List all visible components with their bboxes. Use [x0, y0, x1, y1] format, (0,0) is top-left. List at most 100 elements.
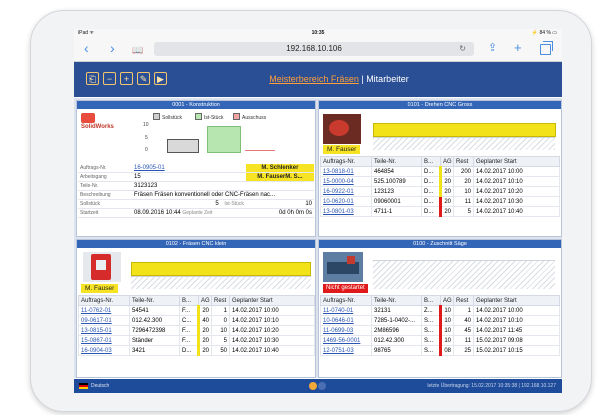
- status-badge: Nicht gestartet: [323, 284, 368, 293]
- play-button[interactable]: ▶: [154, 72, 167, 85]
- ag-cell: 20: [439, 176, 454, 187]
- table-header-row: Auftrags-Nr. Teile-Nr. B... AG Rest Geplanter…: [320, 295, 560, 306]
- panel-header: 0102 - Fräsen CNC klein: [77, 240, 315, 248]
- solidworks-logo: SolidWorks: [81, 113, 114, 130]
- timeline-hatch: [131, 276, 311, 289]
- table-row[interactable]: 10-0620-01 09060001 D... 20 11 14.02.2017 10:…: [320, 196, 560, 207]
- order-number-cell[interactable]: 12-0751-03: [320, 345, 372, 356]
- screen-button[interactable]: ⎗: [86, 72, 99, 85]
- panel-drehen[interactable]: 0101 - Drehen CNC Gross M. Fauser Auftra…: [318, 100, 562, 237]
- order-number-cell[interactable]: 13-0818-01: [320, 166, 372, 177]
- table-row[interactable]: 1469-56-0001 012.42.300 S... 10 11 15.02.2017…: [320, 335, 560, 346]
- operator-badge: M. Fauser: [323, 145, 361, 154]
- order-number-cell[interactable]: 09-0617-01: [78, 315, 130, 326]
- order-number-cell[interactable]: 13-0815-01: [78, 325, 130, 336]
- language-label[interactable]: Deutsch: [91, 383, 109, 389]
- planned-start-cell: 14.02.2017 10:00: [473, 166, 560, 177]
- operator-badge: M. Fauser: [81, 284, 119, 293]
- table-row[interactable]: 16-0904-03 3421 D... 20 50 14.02.2017 10:40: [78, 345, 315, 356]
- title-rest: Mitarbeiter: [366, 74, 409, 84]
- planned-start-cell: 14.02.2017 11:45: [473, 325, 560, 336]
- order-link[interactable]: 16-0905-01: [132, 164, 246, 173]
- dashboard: 0001 - Konstruktion SolidWorks Sollstück…: [74, 98, 562, 378]
- planned-start-cell: 14.02.2017 10:30: [473, 196, 560, 207]
- zoom-out-button[interactable]: −: [103, 72, 116, 85]
- table-row[interactable]: 11-0740-01 32131 Z... 10 1 14.02.2017 10:00: [320, 305, 560, 316]
- table-header-row: Auftrags-Nr. Teile-Nr. B... AG Rest Geplanter…: [320, 156, 560, 167]
- bar-ausschuss: [245, 150, 275, 151]
- order-number-cell[interactable]: 11-0740-01: [320, 305, 372, 316]
- table-row[interactable]: 10-0646-01 7285-1-0402-... S... 10 40 14.02.2…: [320, 315, 560, 326]
- forward-icon[interactable]: ›: [110, 41, 115, 55]
- machine-image: [83, 252, 121, 282]
- zoom-in-button[interactable]: +: [120, 72, 133, 85]
- order-number-cell[interactable]: 16-0904-03: [78, 345, 130, 356]
- ag-cell: 20: [197, 335, 212, 346]
- description-cell: Z...: [421, 305, 441, 316]
- tabs-icon[interactable]: [540, 41, 553, 55]
- rest-cell: 10: [211, 325, 230, 336]
- rest-cell: 1: [211, 305, 230, 316]
- timeline-hatch: [373, 137, 555, 150]
- order-number-cell[interactable]: 13-0801-03: [320, 206, 372, 217]
- german-flag-icon[interactable]: [79, 383, 88, 389]
- order-number-cell[interactable]: 16-0922-01: [320, 186, 372, 197]
- bookmarks-icon[interactable]: 📖: [132, 43, 143, 57]
- table-row[interactable]: 13-0815-01 7296472398 F... 20 10 14.02.2017 1…: [78, 325, 315, 336]
- table-header-row: Auftrags-Nr. Teile-Nr. B... AG Rest Geplanter…: [78, 295, 315, 306]
- reload-icon[interactable]: ↻: [459, 42, 466, 56]
- table-row[interactable]: 15-0867-01 Ständer F... 20 5 14.02.2017 10:30: [78, 335, 315, 346]
- order-number-cell[interactable]: 11-0699-03: [320, 325, 372, 336]
- panel-konstruktion[interactable]: 0001 - Konstruktion SolidWorks Sollstück…: [76, 100, 316, 237]
- planned-start-cell: 14.02.2017 10:10: [229, 315, 315, 326]
- order-number-cell[interactable]: 15-0000-04: [320, 176, 372, 187]
- ag-cell: 20: [439, 166, 454, 177]
- planned-start-cell: 14.02.2017 10:00: [229, 305, 315, 316]
- order-number-cell[interactable]: 10-0646-01: [320, 315, 372, 326]
- edit-button[interactable]: ✎: [137, 72, 150, 85]
- bar-ist: [207, 126, 241, 153]
- table-row[interactable]: 13-0818-01 464854 D... 20 200 14.02.2017 10:0…: [320, 166, 560, 177]
- back-icon[interactable]: ‹: [84, 41, 89, 55]
- table-row[interactable]: 15-0000-04 525.100789 D... 20 20 14.02.2017 1…: [320, 176, 560, 187]
- order-number-cell[interactable]: 10-0620-01: [320, 196, 372, 207]
- share-icon[interactable]: ⇪: [488, 41, 497, 55]
- table-row[interactable]: 09-0617-01 012.42.300 C... 40 0 14.02.2017 10…: [78, 315, 315, 326]
- title-link[interactable]: Meisterbereich Fräsen: [269, 74, 359, 84]
- planned-start-cell: 14.02.2017 10:40: [473, 206, 560, 217]
- new-tab-icon[interactable]: +: [514, 41, 522, 55]
- description-cell: D...: [421, 206, 441, 217]
- order-number-cell[interactable]: 15-0867-01: [78, 335, 130, 346]
- description-cell: D...: [421, 186, 441, 197]
- page-indicator[interactable]: [309, 382, 327, 392]
- panel-fraesen[interactable]: 0102 - Fräsen CNC klein M. Fauser Auftra…: [76, 239, 316, 378]
- part-number-cell: 464854: [371, 166, 422, 177]
- person-badge: M. Schlenker: [245, 164, 314, 173]
- part-number-cell: Ständer: [129, 335, 180, 346]
- order-number-cell[interactable]: 1469-56-0001: [320, 335, 372, 346]
- part-number-cell: 7296472398: [129, 325, 180, 336]
- part-number-cell: 2M86596: [371, 325, 422, 336]
- description-cell: S...: [421, 345, 441, 356]
- table-row[interactable]: 13-0801-03 4711-1 D... 20 5 14.02.2017 10:40: [320, 206, 560, 217]
- last-transfer-info: letzte Übertragung: 15.02.2017 10:35:38 …: [427, 383, 556, 389]
- planned-start-cell: 14.02.2017 10:30: [229, 335, 315, 346]
- browser-toolbar: ‹ › 📖 192.168.10.106 ↻ ⇪ +: [74, 38, 562, 62]
- part-number-cell: 7285-1-0402-...: [371, 315, 422, 326]
- ag-cell: 10: [439, 335, 454, 346]
- ag-cell: 20: [197, 325, 212, 336]
- status-battery: ⚡ 84 % ▭: [531, 30, 557, 36]
- rest-cell: 10: [453, 186, 474, 197]
- progress-bar: [373, 123, 556, 137]
- table-row[interactable]: 16-0922-01 123123 D... 20 10 14.02.2017 10:20: [320, 186, 560, 197]
- table-row[interactable]: 11-0762-01 54541 F... 20 1 14.02.2017 10:00: [78, 305, 315, 316]
- address-bar[interactable]: 192.168.10.106 ↻: [154, 42, 474, 56]
- rest-cell: 11: [453, 196, 474, 207]
- table-row[interactable]: 11-0699-03 2M86596 S... 10 45 14.02.2017 11:4…: [320, 325, 560, 336]
- table-row[interactable]: 12-0751-03 98765 S... 08 25 15.02.2017 10:15: [320, 345, 560, 356]
- panel-saege[interactable]: 0100 - Zuschnitt Säge Nicht gestartet Au…: [318, 239, 562, 378]
- progress-bar: [131, 262, 311, 276]
- rest-cell: 0: [211, 315, 230, 326]
- ag-cell: 20: [197, 345, 212, 356]
- order-number-cell[interactable]: 11-0762-01: [78, 305, 130, 316]
